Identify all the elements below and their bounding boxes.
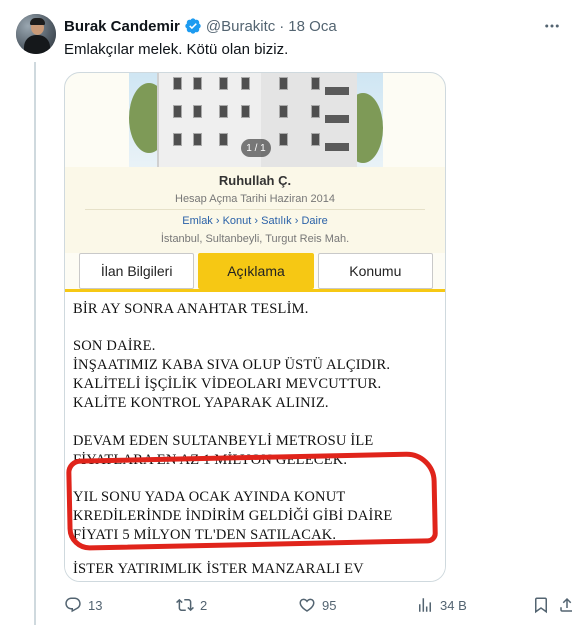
tweet-media-image[interactable]: 1 / 1 Ruhullah Ç. Hesap Açma Tarihi Hazi… bbox=[64, 72, 446, 582]
tab-aciklama: Açıklama bbox=[198, 253, 314, 289]
description-line: DEVAM EDEN SULTANBEYLİ METROSU İLE bbox=[73, 433, 374, 449]
share-icon bbox=[560, 597, 572, 612]
seller-info: Ruhullah Ç. Hesap Açma Tarihi Haziran 20… bbox=[65, 167, 445, 253]
views-chart-icon bbox=[419, 598, 431, 612]
building-photo: 1 / 1 bbox=[129, 73, 383, 167]
description-line: KALİTE KONTROL YAPARAK ALINIZ. bbox=[73, 395, 329, 411]
seller-name: Ruhullah Ç. bbox=[218, 173, 292, 188]
reply-icon bbox=[65, 597, 81, 613]
more-options-icon[interactable] bbox=[542, 16, 562, 36]
verified-badge-icon bbox=[185, 18, 201, 34]
description-line: YIL SONU YADA OCAK AYINDA KONUT bbox=[73, 489, 346, 505]
tweet-actions: 13 2 95 34 B bbox=[64, 594, 572, 616]
description-line: İSTER YATIRIMLIK İSTER MANZARALI EV bbox=[73, 561, 364, 577]
listing-location: İstanbul, Sultanbeyli, Turgut Reis Mah. bbox=[160, 233, 350, 245]
tweet-text: Emlakçılar melek. Kötü olan biziz. bbox=[64, 41, 289, 58]
seller-join-date: Hesap Açma Tarihi Haziran 2014 bbox=[175, 193, 335, 205]
reply-count: 13 bbox=[88, 597, 103, 613]
description-line: KREDİLERİNDE İNDİRİM GELDİĞİ GİBİ DAİRE bbox=[73, 508, 393, 524]
repost-count: 2 bbox=[200, 597, 208, 613]
description-line: İNŞAATIMIZ KABA SIVA OLUP ÜSTÜ ALÇIDIR. bbox=[73, 357, 391, 373]
like-button[interactable]: 95 bbox=[298, 594, 336, 616]
separator-dot: · bbox=[279, 17, 285, 35]
divider bbox=[85, 209, 425, 210]
tab-ilan-bilgileri: İlan Bilgileri bbox=[79, 253, 195, 289]
description-line: FİYATI 5 MİLYON TL'DEN SATILACAK. bbox=[73, 527, 337, 543]
author-handle[interactable]: @Burakitc bbox=[206, 18, 275, 35]
reply-button[interactable]: 13 bbox=[64, 594, 102, 616]
description-line: SON DAİRE. bbox=[73, 338, 156, 354]
author-name[interactable]: Burak Candemir bbox=[64, 18, 180, 35]
tab-konumu: Konumu bbox=[317, 253, 433, 289]
listing-description: BİR AY SONRA ANAHTAR TESLİM. SON DAİRE. … bbox=[65, 292, 445, 581]
thread-line bbox=[34, 62, 36, 625]
heart-icon bbox=[299, 598, 315, 612]
bookmark-button[interactable] bbox=[532, 594, 556, 616]
description-line: BİR AY SONRA ANAHTAR TESLİM. bbox=[73, 301, 309, 317]
photo-counter: 1 / 1 bbox=[241, 139, 271, 157]
tweet-header: Burak Candemir @Burakitc · 18 Oca bbox=[64, 16, 337, 36]
description-line: KALİTELİ İŞÇİLİK VİDEOLARI MEVCUTTUR. bbox=[73, 376, 382, 392]
description-line: FİYATLARA EN AZ 1 MİLYON GELECEK. bbox=[73, 452, 348, 468]
repost-icon bbox=[176, 598, 194, 612]
views-button[interactable]: 34 B bbox=[416, 594, 467, 616]
views-count: 34 B bbox=[440, 597, 467, 613]
like-count: 95 bbox=[322, 597, 337, 613]
avatar[interactable] bbox=[16, 14, 56, 54]
listing-tabs: İlan Bilgileri Açıklama Konumu bbox=[79, 253, 433, 289]
bookmark-icon bbox=[535, 597, 547, 614]
share-button[interactable] bbox=[558, 594, 572, 616]
tweet-date[interactable]: 18 Oca bbox=[288, 18, 336, 35]
breadcrumb: Emlak › Konut › Satılık › Daire bbox=[182, 215, 328, 227]
repost-button[interactable]: 2 bbox=[176, 594, 207, 616]
